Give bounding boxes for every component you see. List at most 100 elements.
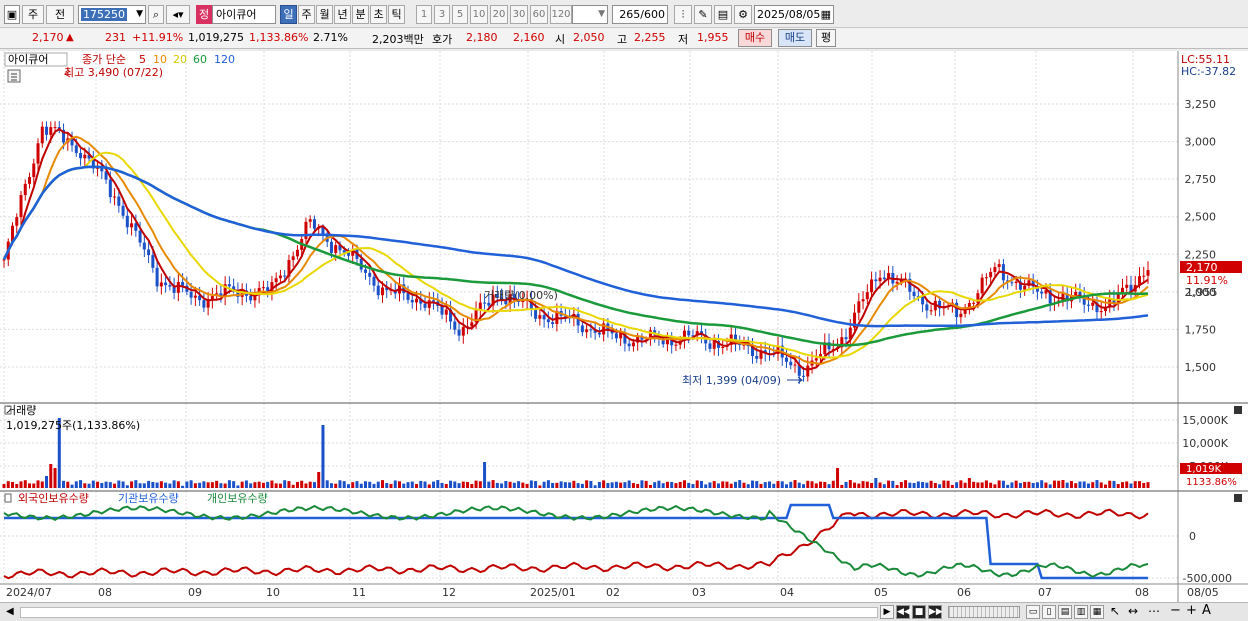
- prev-select[interactable]: 전: [46, 5, 74, 24]
- volume-bar: [240, 481, 244, 488]
- date-field[interactable]: 2025/08/05 ▦: [754, 5, 834, 24]
- volume-tag-text: 1,019K: [1186, 464, 1222, 475]
- volume-bar: [49, 464, 53, 488]
- stop-icon[interactable]: ■: [912, 605, 926, 619]
- timeframe-button[interactable]: 년: [334, 5, 351, 24]
- count-field[interactable]: 265/600: [612, 5, 668, 24]
- fast-forward-icon[interactable]: ▶▶: [928, 605, 943, 619]
- volume-bar: [1010, 482, 1014, 488]
- buy-button[interactable]: 매수: [738, 29, 772, 47]
- layout-icon-1[interactable]: ▭: [1026, 605, 1040, 619]
- candle-body: [712, 341, 716, 349]
- volume-bar: [91, 480, 95, 488]
- candle-body: [984, 277, 988, 279]
- stock-badge: 정: [196, 5, 212, 24]
- chart-area[interactable]: 3,250 3,000 2,750 2,500 2,250 2,000 1,750 1,500…: [0, 51, 1248, 602]
- search-icon[interactable]: ⌕: [148, 5, 164, 24]
- volume-bar: [363, 481, 367, 488]
- volume-bar: [1061, 480, 1065, 488]
- timeframe-button[interactable]: 일: [280, 5, 297, 24]
- volume-bar: [113, 483, 117, 488]
- candle-body: [83, 154, 87, 159]
- volume-bar: [415, 484, 419, 488]
- timeframe-button[interactable]: 분: [352, 5, 369, 24]
- holding-tick-label: -500,000: [1183, 572, 1232, 585]
- layout-icon-5[interactable]: ▦: [1090, 605, 1104, 619]
- volume-bar: [83, 483, 87, 488]
- candle-body: [1014, 281, 1018, 284]
- interval-button[interactable]: 3: [434, 5, 450, 24]
- scroll-dots-icon[interactable]: ⋯: [1148, 604, 1160, 618]
- font-size-icon[interactable]: A: [1202, 603, 1211, 618]
- volume-bar: [1074, 483, 1078, 488]
- rewind-icon[interactable]: ◀◀: [896, 605, 911, 619]
- volume-bar: [704, 484, 708, 488]
- current-price: 2,170: [32, 31, 64, 44]
- volume-bar: [466, 482, 470, 488]
- holding-panel-close-icon[interactable]: [1234, 494, 1242, 502]
- candle-body: [589, 329, 593, 331]
- volume-bar: [172, 480, 176, 488]
- volume-bar: [580, 483, 584, 488]
- chart-type-icon[interactable]: ⫶: [674, 5, 692, 24]
- save-icon[interactable]: ▤: [714, 5, 732, 24]
- candle-body: [895, 281, 899, 284]
- timeframe-button[interactable]: 틱: [388, 5, 405, 24]
- layout-icon-2[interactable]: ▯: [1042, 605, 1056, 619]
- candle-body: [117, 196, 121, 206]
- layout-icon-4[interactable]: ▥: [1074, 605, 1088, 619]
- volume-bar: [398, 481, 402, 488]
- interval-button[interactable]: 5: [452, 5, 468, 24]
- interval-dropdown[interactable]: ▼: [572, 5, 608, 24]
- cursor-icon[interactable]: ↖: [1110, 604, 1120, 618]
- speaker-icon[interactable]: ◂▾: [166, 5, 190, 24]
- code-input[interactable]: 175250 ▼: [78, 5, 146, 24]
- volume-bar: [304, 483, 308, 488]
- timeframe-button[interactable]: 주: [298, 5, 315, 24]
- scroll-track[interactable]: [20, 607, 878, 618]
- eval-button[interactable]: 평: [816, 29, 836, 47]
- interval-button[interactable]: 1: [416, 5, 432, 24]
- scroll-right-icon[interactable]: ▶: [880, 605, 894, 619]
- candle-body: [406, 293, 410, 300]
- interval-button[interactable]: 120: [550, 5, 572, 24]
- candle-body: [40, 126, 44, 144]
- sell-button[interactable]: 매도: [778, 29, 812, 47]
- period-select[interactable]: 주: [22, 5, 44, 24]
- timeframe-button[interactable]: 초: [370, 5, 387, 24]
- layout-icon-3[interactable]: ▤: [1058, 605, 1072, 619]
- gear-icon[interactable]: ⚙: [734, 5, 752, 24]
- volume-bar: [449, 480, 453, 488]
- volume-tick-label: 15,000K: [1182, 414, 1228, 427]
- volume-bar: [763, 482, 767, 488]
- tools-icon[interactable]: ✎: [694, 5, 712, 24]
- chevron-down-icon[interactable]: ▼: [136, 6, 143, 23]
- candle-body: [1023, 285, 1027, 290]
- candle-body: [925, 304, 929, 311]
- candle-body: [997, 264, 1001, 268]
- chart-scrollbar[interactable]: ◀ ▶ ◀◀ ■ ▶▶ ▭ ▯ ▤ ▥ ▦ ↖ ↔ ⋯ − + A: [0, 602, 1248, 621]
- timeframe-button[interactable]: 월: [316, 5, 333, 24]
- volume-bar: [359, 483, 363, 488]
- volume-bar: [193, 483, 197, 488]
- interval-button[interactable]: 10: [470, 5, 488, 24]
- volume-bar: [844, 481, 848, 488]
- scroll-left-icon[interactable]: ◀: [6, 606, 14, 617]
- volume-bar: [2, 484, 6, 488]
- interval-button[interactable]: 20: [490, 5, 508, 24]
- volume-panel-close-icon[interactable]: [1234, 406, 1242, 414]
- candle-body: [631, 342, 635, 347]
- volume-bar: [648, 484, 652, 488]
- interval-button[interactable]: 30: [510, 5, 528, 24]
- volume-bar: [1133, 481, 1137, 488]
- pointer-icon[interactable]: ↔: [1128, 604, 1138, 618]
- volume-bar: [733, 481, 737, 488]
- zoom-out-icon[interactable]: −: [1170, 603, 1181, 618]
- window-icon[interactable]: ▣: [4, 5, 20, 24]
- candle-body: [142, 242, 146, 250]
- volume-bar: [317, 472, 321, 488]
- zoom-slider[interactable]: [948, 606, 1020, 618]
- interval-button[interactable]: 60: [530, 5, 548, 24]
- zoom-in-icon[interactable]: +: [1186, 603, 1197, 618]
- calendar-icon[interactable]: ▦: [821, 6, 831, 23]
